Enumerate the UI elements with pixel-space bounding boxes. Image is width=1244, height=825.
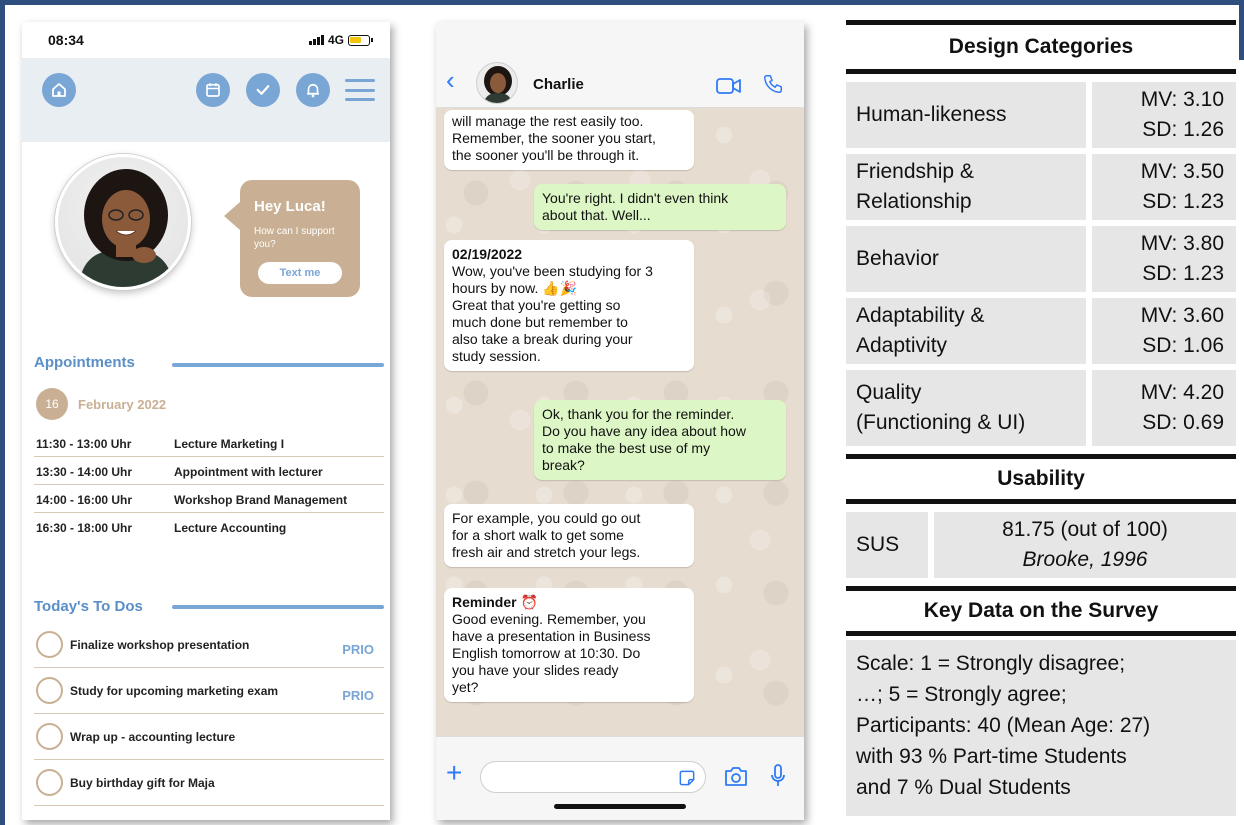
survey-header: Key Data on the Survey <box>846 586 1236 636</box>
todo-item[interactable]: Buy birthday gift for Maja <box>34 760 384 806</box>
reminder-label: Reminder ⏰ <box>452 594 538 610</box>
category-stats: MV: 3.80 SD: 1.23 <box>1092 226 1236 292</box>
sticker-icon[interactable] <box>677 768 697 788</box>
todo-checkbox[interactable] <box>36 769 63 796</box>
category-name: Behavior <box>846 226 1086 292</box>
plus-icon[interactable]: + <box>446 759 462 787</box>
date-badge: 16 <box>36 388 68 420</box>
chat-screen: ‹ Charlie will manage the rest easily to… <box>436 22 804 820</box>
design-categories-header: Design Categories <box>846 20 1236 74</box>
appointment-row[interactable]: 13:30 - 14:00 Uhr Appointment with lectu… <box>34 457 384 485</box>
message-incoming[interactable]: For example, you could go out for a shor… <box>444 504 694 567</box>
usability-header: Usability <box>846 454 1236 504</box>
todo-checkbox[interactable] <box>36 723 63 750</box>
category-name: Friendship & Relationship <box>846 154 1086 220</box>
contact-name: Charlie <box>533 76 584 93</box>
microphone-icon[interactable] <box>770 763 786 789</box>
message-incoming[interactable]: 02/19/2022 Wow, you've been studying for… <box>444 240 694 371</box>
text-me-button[interactable]: Text me <box>258 262 342 284</box>
greeting-subtitle: How can I support you? <box>254 226 335 250</box>
home-icon <box>52 83 66 97</box>
chat-thread: will manage the rest easily too. Remembe… <box>436 108 804 736</box>
category-name: Quality (Functioning & UI) <box>846 370 1086 446</box>
message-outgoing[interactable]: Ok, thank you for the reminder. Do you h… <box>534 400 786 480</box>
appointments-divider <box>172 363 384 367</box>
appointments-title: Appointments <box>34 354 135 371</box>
contact-avatar[interactable] <box>476 62 518 104</box>
app-header <box>22 58 390 142</box>
message-input[interactable] <box>480 761 706 793</box>
status-time: 08:34 <box>48 32 84 48</box>
bell-icon <box>307 83 319 98</box>
prio-badge: PRIO <box>342 642 374 657</box>
todos-title: Today's To Dos <box>34 598 143 615</box>
survey-key-data: Scale: 1 = Strongly disagree; …; 5 = Str… <box>846 640 1236 816</box>
back-chevron-icon[interactable]: ‹ <box>446 67 455 93</box>
status-bar: 08:34 4G <box>22 22 390 58</box>
sus-value: 81.75 (out of 100) Brooke, 1996 <box>934 512 1236 578</box>
todos-divider <box>172 605 384 609</box>
greeting-title: Hey Luca! <box>254 198 326 215</box>
todo-checkbox[interactable] <box>36 631 63 658</box>
camera-icon[interactable] <box>724 765 748 787</box>
video-call-icon[interactable] <box>716 77 742 95</box>
appointment-row[interactable]: 11:30 - 13:00 Uhr Lecture Marketing I <box>34 429 384 457</box>
category-stats: MV: 4.20 SD: 0.69 <box>1092 370 1236 446</box>
category-stats: MV: 3.50 SD: 1.23 <box>1092 154 1236 220</box>
home-indicator <box>554 804 686 809</box>
todo-checkbox[interactable] <box>36 677 63 704</box>
chat-header: ‹ Charlie <box>436 22 804 108</box>
notifications-button[interactable] <box>296 73 330 107</box>
greeting-bubble: Hey Luca! How can I support you? Text me <box>224 180 360 297</box>
results-table: Design Categories Human-likeness MV: 3.1… <box>846 20 1238 820</box>
appointment-row[interactable]: 16:30 - 18:00 Uhr Lecture Accounting <box>34 513 384 541</box>
appointment-row[interactable]: 14:00 - 16:00 Uhr Workshop Brand Managem… <box>34 485 384 513</box>
network-label: 4G <box>327 33 344 47</box>
tasks-button[interactable] <box>246 73 280 107</box>
todo-item[interactable]: Study for upcoming marketing exam PRIO <box>34 668 384 714</box>
companion-avatar <box>55 154 191 290</box>
calendar-icon <box>206 83 220 97</box>
message-date: 02/19/2022 <box>452 246 523 262</box>
phone-call-icon[interactable] <box>762 73 784 95</box>
category-name: Adaptability & Adaptivity <box>846 298 1086 364</box>
sus-reference: Brooke, 1996 <box>1022 548 1148 571</box>
month-label: February 2022 <box>78 397 167 412</box>
calendar-button[interactable] <box>196 73 230 107</box>
message-outgoing[interactable]: You're right. I didn't even think about … <box>534 184 786 230</box>
menu-icon[interactable] <box>345 79 375 101</box>
category-stats: MV: 3.60 SD: 1.06 <box>1092 298 1236 364</box>
category-stats: MV: 3.10 SD: 1.26 <box>1092 82 1236 148</box>
todo-item[interactable]: Wrap up - accounting lecture <box>34 714 384 760</box>
check-icon <box>256 85 270 95</box>
sus-label: SUS <box>846 512 928 578</box>
outer-frame-right <box>1239 0 1244 60</box>
companion-app-screen: 08:34 4G Hey Luca! How can I support you… <box>22 22 390 820</box>
home-button[interactable] <box>42 73 76 107</box>
todo-item[interactable]: Finalize workshop presentation PRIO <box>34 622 384 668</box>
prio-badge: PRIO <box>342 688 374 703</box>
message-incoming[interactable]: Reminder ⏰ Good evening. Remember, you h… <box>444 588 694 702</box>
battery-icon <box>348 34 373 46</box>
signal-icon <box>308 35 324 45</box>
message-incoming[interactable]: will manage the rest easily too. Remembe… <box>444 110 694 170</box>
category-name: Human-likeness <box>846 82 1086 148</box>
